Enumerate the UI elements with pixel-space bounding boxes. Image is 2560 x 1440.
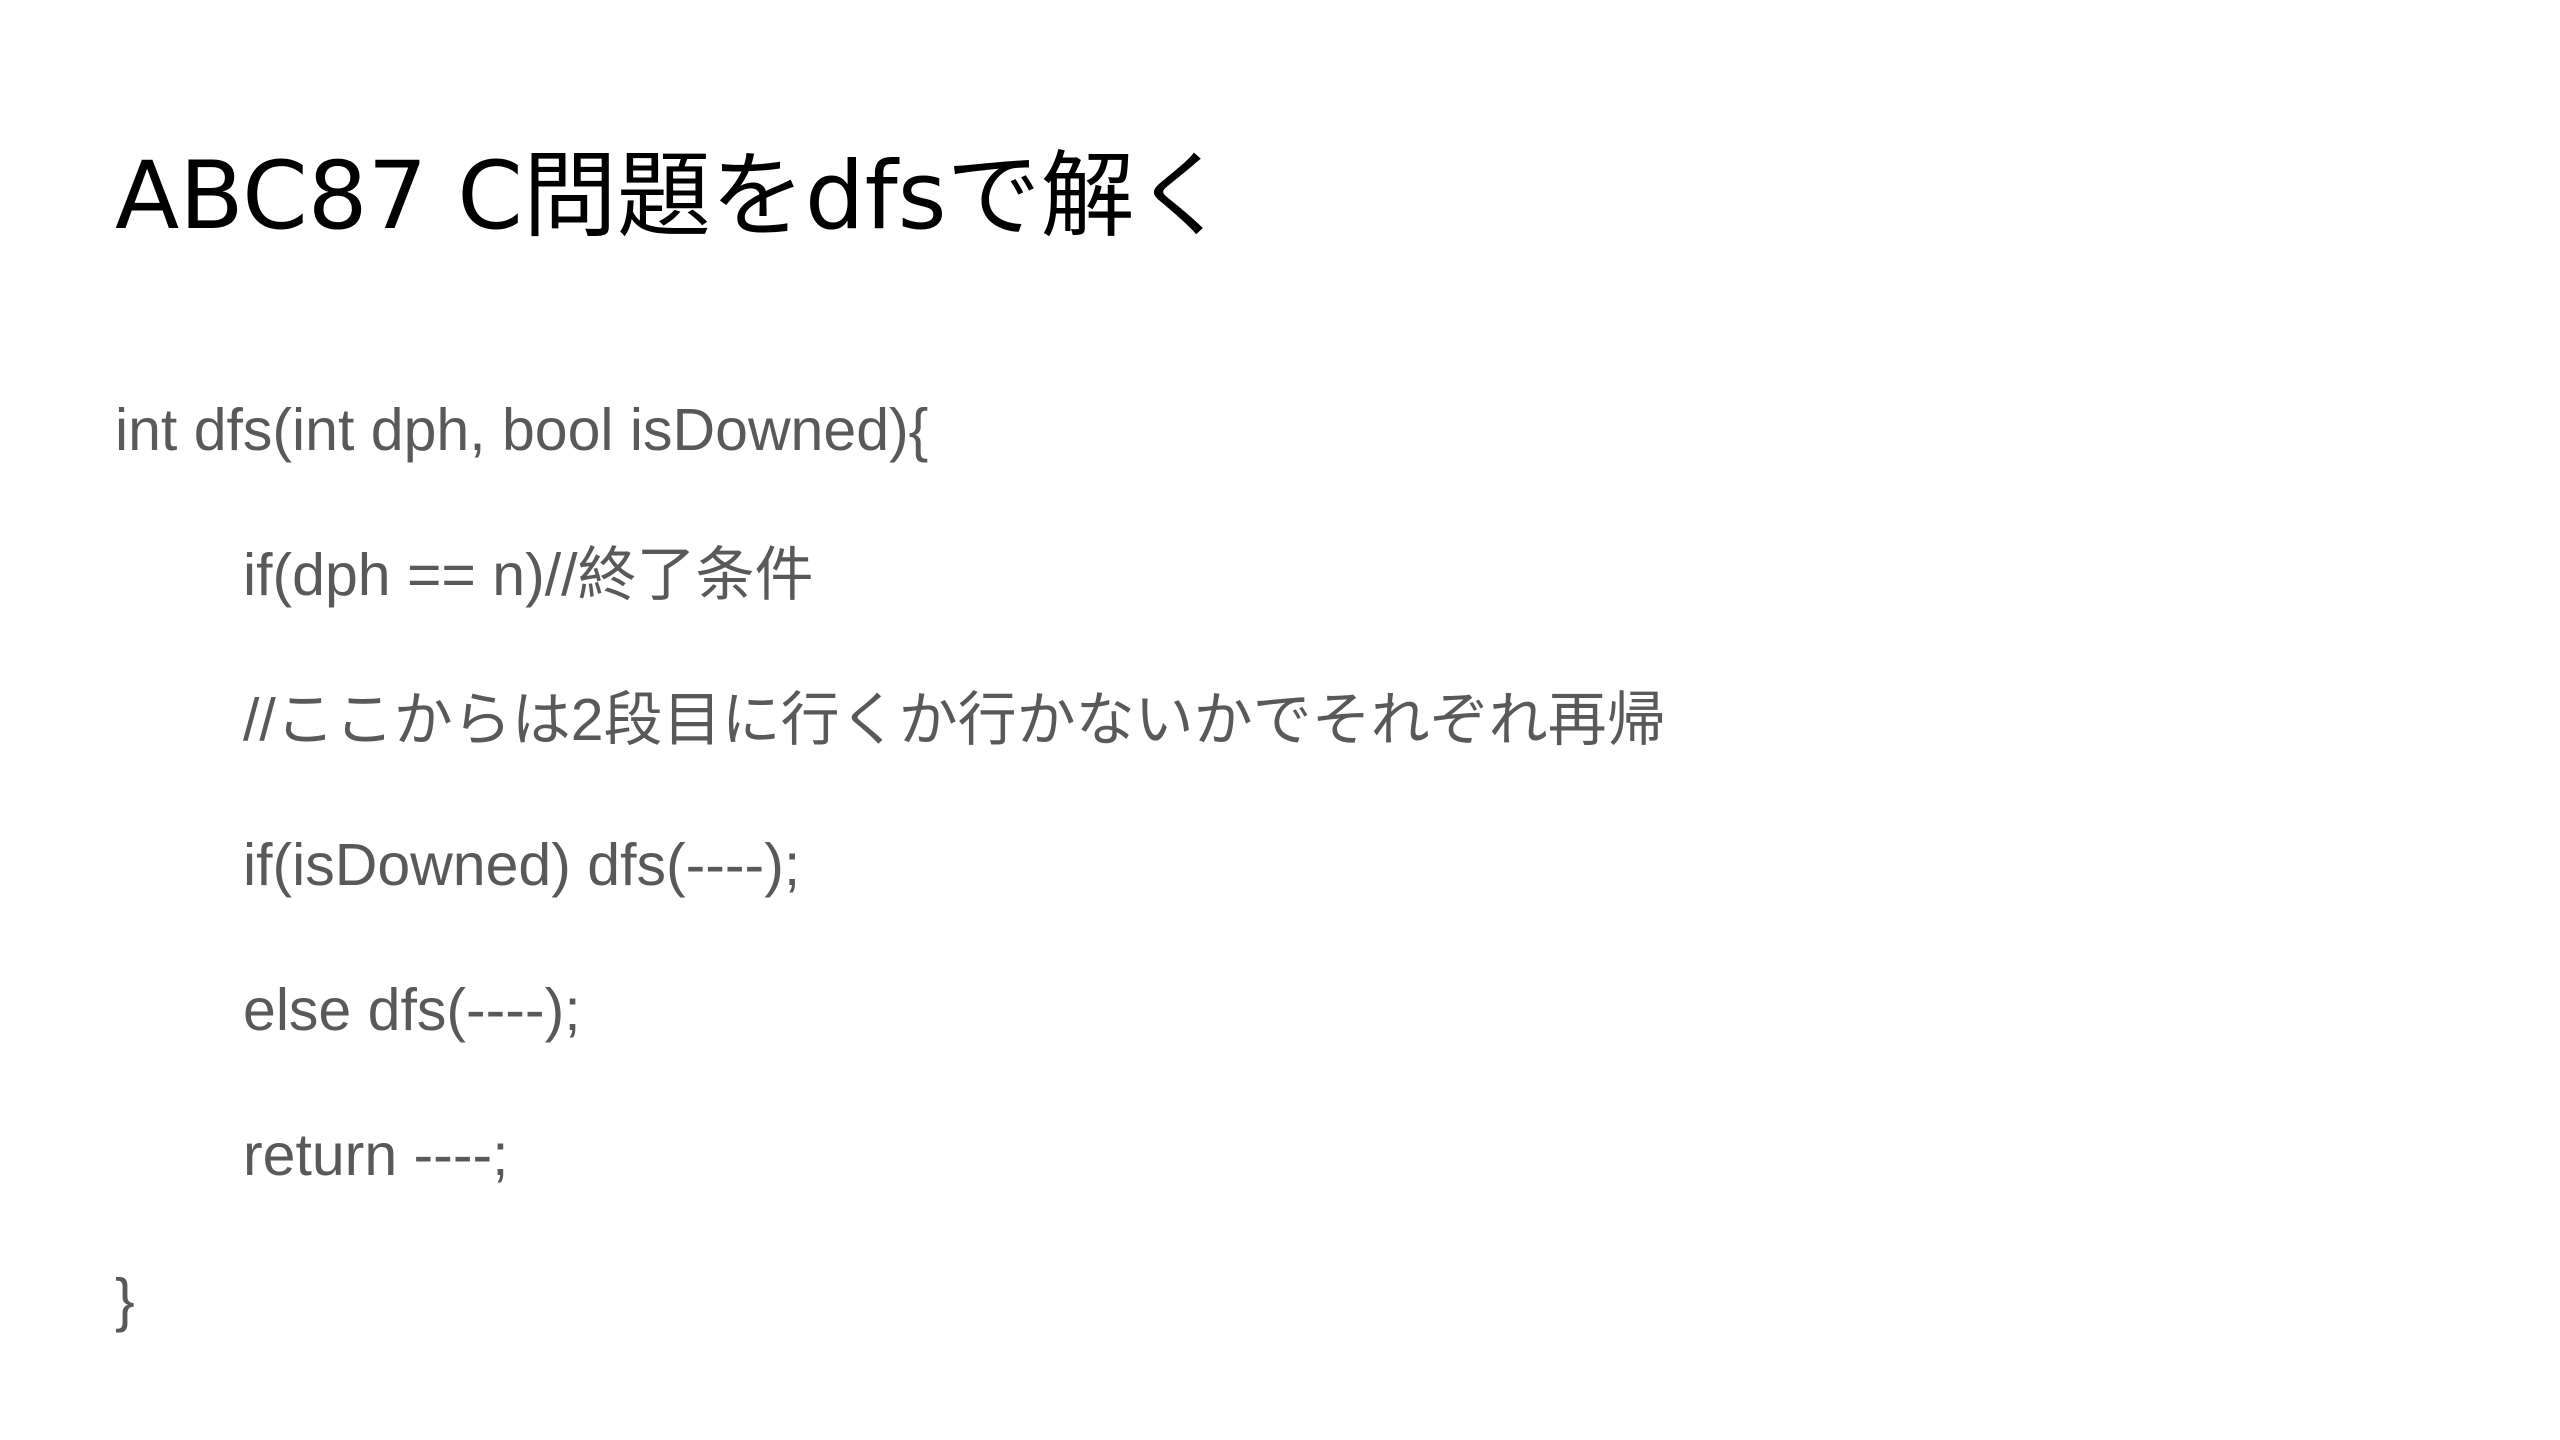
code-line-function-signature: int dfs(int dph, bool isDowned){	[115, 397, 929, 463]
slide-title: ABC87 C問題をdfsで解く	[115, 142, 1229, 251]
code-line-else: else dfs(----);	[243, 977, 581, 1043]
code-line-if-downed: if(isDowned) dfs(----);	[243, 832, 801, 898]
code-line-termination-condition: if(dph == n)//終了条件	[243, 542, 814, 608]
code-line-return: return ----;	[243, 1122, 509, 1188]
code-line-closing-brace: }	[115, 1267, 135, 1333]
slide: ABC87 C問題をdfsで解く int dfs(int dph, bool i…	[0, 0, 2560, 1440]
code-block: int dfs(int dph, bool isDowned){ if(dph …	[115, 358, 1666, 1373]
code-line-recursion-comment: //ここからは2段目に行くか行かないかでそれぞれ再帰	[243, 687, 1666, 753]
